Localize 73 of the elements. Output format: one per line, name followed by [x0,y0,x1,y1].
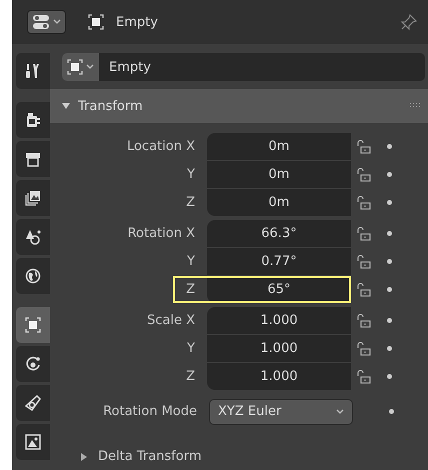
unlocked-padlock-icon[interactable] [357,226,371,240]
delta-transform-panel-header[interactable]: Delta Transform [50,449,428,464]
number-field[interactable]: 0m [207,189,351,216]
editor-type-button[interactable] [27,10,66,34]
number-field[interactable]: 0m [207,161,351,188]
keyframe-dot-icon[interactable] [389,409,394,414]
property-label: Rotation Mode [102,404,198,419]
property-label: Scale X [146,313,196,328]
texture-tab[interactable] [16,424,50,460]
keyframe-dot-icon[interactable] [387,287,392,292]
constraints-tab[interactable] [16,385,50,421]
keyframe-dot-icon[interactable] [387,374,392,379]
properties-icon [32,14,50,30]
property-label: Rotation X [126,226,196,241]
wrench-screwdriver-icon [25,63,41,79]
property-label: Location X [126,139,196,154]
unlocked-padlock-icon[interactable] [357,314,371,328]
unlocked-padlock-icon[interactable] [357,342,371,356]
rotation-mode-dropdown[interactable]: XYZ Euler [209,398,353,424]
empty-object-icon [88,14,104,30]
pin-icon[interactable] [400,13,418,31]
number-field[interactable]: 65° [207,276,351,303]
caret-icon [86,64,94,70]
globe-icon [25,268,41,284]
number-field[interactable]: 1.000 [207,335,351,362]
cone-sphere-icon [25,229,41,245]
empty-object-icon [25,317,41,333]
caret-icon [53,19,61,25]
scene-tab[interactable] [16,219,50,255]
number-field[interactable]: 0.77° [207,248,351,275]
property-label: Y [186,341,196,356]
number-field[interactable]: 66.3° [207,220,351,247]
physics-tab[interactable] [16,346,50,382]
number-field[interactable]: 0m [207,133,351,160]
keyframe-dot-icon[interactable] [387,200,392,205]
render-tab[interactable] [16,102,50,138]
number-field[interactable]: 1.000 [207,307,351,334]
link-icon [25,395,41,411]
property-label: Z [185,369,196,384]
property-label: Z [185,282,196,297]
unlocked-padlock-icon[interactable] [357,168,371,182]
unlocked-padlock-icon[interactable] [357,370,371,384]
keyframe-dot-icon[interactable] [387,144,392,149]
image-icon [25,434,41,450]
property-label: Z [185,195,196,210]
view-layer-tab[interactable] [16,180,50,216]
property-label: Y [186,167,196,182]
output-tab[interactable] [16,141,50,177]
object-name-field[interactable]: Empty [62,53,425,81]
keyframe-dot-icon[interactable] [387,318,392,323]
property-label: Y [186,254,196,269]
keyframe-dot-icon[interactable] [387,259,392,264]
tool-tab[interactable] [16,53,50,89]
unlocked-padlock-icon[interactable] [357,282,371,296]
keyframe-dot-icon[interactable] [387,172,392,177]
keyframe-dot-icon[interactable] [387,346,392,351]
camera-back-icon [25,112,41,128]
empty-object-icon [67,59,83,75]
object-name: Empty [116,14,159,30]
keyframe-dot-icon[interactable] [387,231,392,236]
unlocked-padlock-icon[interactable] [357,254,371,268]
image-stack-icon [25,190,41,206]
orbit-icon [25,356,41,372]
object-tab[interactable] [16,307,50,343]
number-field[interactable]: 1.000 [207,363,351,390]
unlocked-padlock-icon[interactable] [357,140,371,154]
caret-icon [336,408,344,414]
printer-icon [25,151,41,167]
world-tab[interactable] [16,258,50,294]
unlocked-padlock-icon[interactable] [357,196,371,210]
expand-arrow-icon [80,452,88,460]
transform-panel-header[interactable]: Transform [50,89,428,123]
expand-arrow-icon [62,102,70,110]
